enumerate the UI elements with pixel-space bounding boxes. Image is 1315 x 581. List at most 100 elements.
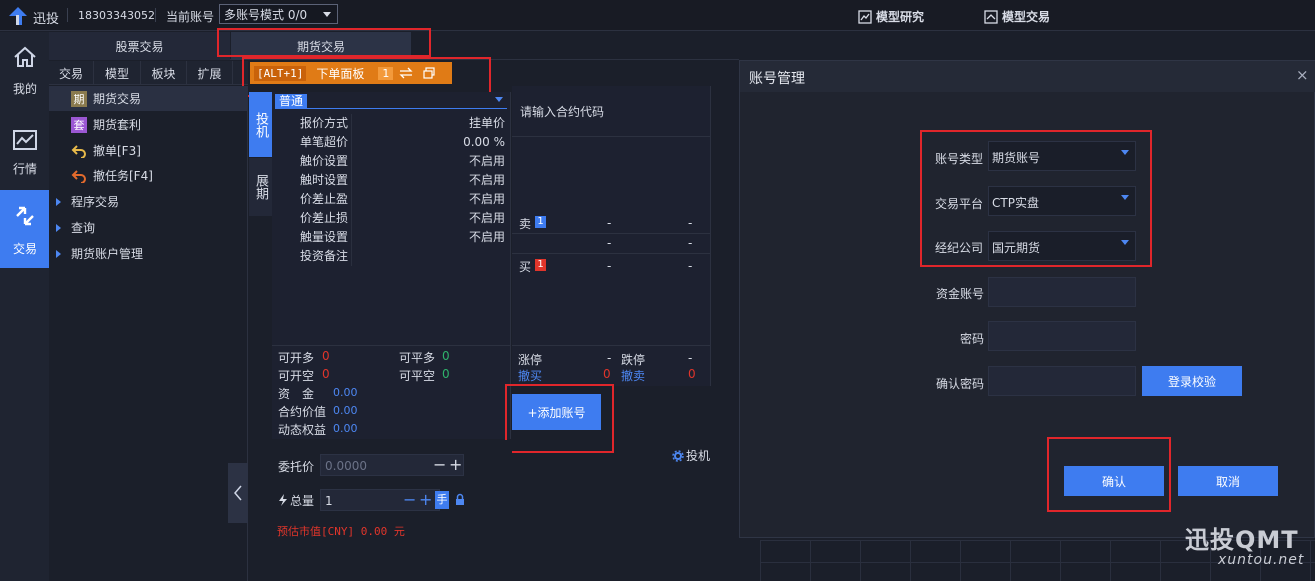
quantity-label: 总量 (290, 494, 315, 508)
contract-value-value: 0.00 (333, 404, 358, 417)
lock-icon[interactable] (455, 493, 465, 506)
sell-level-badge: 1 (535, 216, 546, 228)
shortcut-key: [ALT+1] (254, 65, 307, 81)
param-label: 投资备注 (272, 247, 352, 266)
param-row[interactable]: 报价方式 挂单价 (272, 114, 509, 133)
broker-select[interactable]: 国元期货 (988, 231, 1136, 261)
divider (512, 233, 711, 234)
unit-button[interactable]: 手 (435, 491, 449, 509)
tree-group-label: 期货账户管理 (71, 247, 144, 261)
entrust-price-input[interactable]: 0.0000 − + (320, 454, 464, 476)
rail-label-trade: 交易 (13, 242, 38, 256)
funds-value: 0.00 (333, 386, 358, 399)
password-input[interactable] (988, 321, 1136, 351)
platform-select[interactable]: CTP实盘 (988, 186, 1136, 216)
tree-group-futures-account[interactable]: 期货账户管理 (49, 241, 248, 266)
subtab-model[interactable]: 模型 (94, 61, 141, 85)
buy-label: 买 (519, 260, 532, 274)
platform-value: CTP实盘 (992, 196, 1039, 210)
tree-item-futures-trading[interactable]: 期 期货交易 (49, 86, 248, 111)
fund-account-input[interactable] (988, 277, 1136, 307)
chevron-right-icon (56, 197, 61, 206)
vtab-speculate[interactable]: 投机 (249, 92, 272, 157)
speculate-setting[interactable]: 投机 (672, 447, 710, 464)
tree-group-program-trading[interactable]: 程序交易 (49, 189, 248, 214)
vtab-rollover-label: 展期 (253, 174, 268, 200)
divider (272, 345, 511, 346)
param-label: 价差止盈 (272, 190, 352, 209)
param-row[interactable]: 价差止盈 不启用 (272, 190, 509, 209)
cancel-buy-count: 0 (603, 367, 611, 381)
param-value: 挂单价 (468, 116, 505, 130)
platform-label: 交易平台 (935, 197, 984, 211)
tab-stock-trading[interactable]: 股票交易 (49, 32, 230, 60)
collapse-panel-button[interactable] (228, 463, 248, 523)
quantity-input[interactable]: 1 − + (320, 489, 440, 511)
param-row[interactable]: 单笔超价 0.00 % (272, 133, 509, 152)
minus-icon[interactable]: − (433, 455, 446, 474)
open-short-label: 可开空 (278, 369, 315, 383)
login-verify-button[interactable]: 登录校验 (1142, 366, 1242, 396)
funds-label: 资 金 (278, 387, 315, 401)
open-long-value: 0 (322, 349, 330, 363)
vtab-rollover[interactable]: 展期 (249, 158, 272, 216)
close-icon[interactable]: × (1296, 66, 1309, 84)
param-row[interactable]: 投资备注 (272, 247, 509, 266)
broker-value: 国元期货 (992, 241, 1041, 255)
confirm-button[interactable]: 确认 (1064, 466, 1164, 496)
cancel-label: 取消 (1215, 474, 1240, 489)
subtab-trade[interactable]: 交易 (49, 61, 94, 85)
dialog-title: 账号管理 (749, 71, 805, 87)
nav-model-research[interactable]: 模型研究 (858, 8, 924, 25)
sub-tab-bar: 交易 模型 板块 扩展 (49, 61, 248, 85)
subtab-sector-label: 板块 (151, 66, 176, 81)
account-mode-select[interactable]: 多账号模式 0/0 (219, 4, 338, 24)
rail-item-mine[interactable]: 我的 (0, 32, 49, 106)
nav-model-trade[interactable]: 模型交易 (984, 8, 1050, 25)
tree-item-cancel-task[interactable]: 撤任务[F4] (49, 163, 248, 188)
sell-label: 卖 (519, 217, 532, 231)
shortcut-bar[interactable]: [ALT+1] 下单面板 1 (250, 62, 452, 84)
tree-item-cancel-order[interactable]: 撤单[F3] (49, 138, 248, 163)
limit-up-value: - (607, 351, 612, 365)
cancel-sell-link[interactable]: 撤卖 (621, 367, 645, 384)
swap-icon[interactable] (399, 67, 413, 79)
param-row[interactable]: 触价设置 不启用 (272, 152, 509, 171)
order-form: 普通 报价方式 挂单价 单笔超价 0.00 % 触价设置 不启用 触时设置 不启用 价差… (272, 92, 511, 439)
tab-futures-trading[interactable]: 期货交易 (231, 32, 411, 60)
cancel-sell-count: 0 (688, 367, 696, 381)
contract-value-label: 合约价值 (278, 405, 327, 419)
close-short-label: 可平空 (399, 369, 436, 383)
cancel-buy-link[interactable]: 撤买 (518, 367, 542, 384)
param-row[interactable]: 触量设置 不启用 (272, 228, 509, 247)
confirm-password-input[interactable] (988, 366, 1136, 396)
open-short-value: 0 (322, 367, 330, 381)
param-value: 0.00 % (463, 135, 505, 149)
tree-group-query[interactable]: 查询 (49, 215, 248, 240)
param-value: 不启用 (468, 173, 505, 187)
dialog-header: 账号管理 × (740, 61, 1315, 92)
login-verify-label: 登录校验 (1167, 374, 1216, 389)
rail-item-market[interactable]: 行情 (0, 116, 49, 190)
rail-label-market: 行情 (13, 162, 38, 176)
tree-group-label: 查询 (71, 221, 96, 235)
cancel-button[interactable]: 取消 (1178, 466, 1278, 496)
account-type-select[interactable]: 期货账号 (988, 141, 1136, 171)
order-mode-select[interactable]: 普通 (275, 92, 507, 109)
contract-code-input[interactable]: 请输入合约代码 (520, 103, 604, 120)
sell-volume: - (688, 216, 693, 230)
param-value: 不启用 (468, 211, 505, 225)
minus-icon[interactable]: − (403, 490, 416, 509)
param-row[interactable]: 触时设置 不启用 (272, 171, 509, 190)
tree-item-futures-arbitrage[interactable]: 套 期货套利 (49, 112, 248, 137)
param-row[interactable]: 价差止损 不启用 (272, 209, 509, 228)
subtab-extend[interactable]: 扩展 (187, 61, 233, 85)
subtab-sector[interactable]: 板块 (141, 61, 187, 85)
popout-window-icon[interactable] (423, 67, 435, 79)
rail-item-trade[interactable]: 交易 (0, 190, 49, 268)
plus-icon[interactable]: + (449, 455, 462, 474)
plus-icon[interactable]: + (419, 490, 432, 509)
undo-arrow-icon (71, 169, 86, 183)
tab-stock-trading-label: 股票交易 (115, 39, 164, 54)
add-account-button[interactable]: +添加账号 (512, 394, 601, 430)
